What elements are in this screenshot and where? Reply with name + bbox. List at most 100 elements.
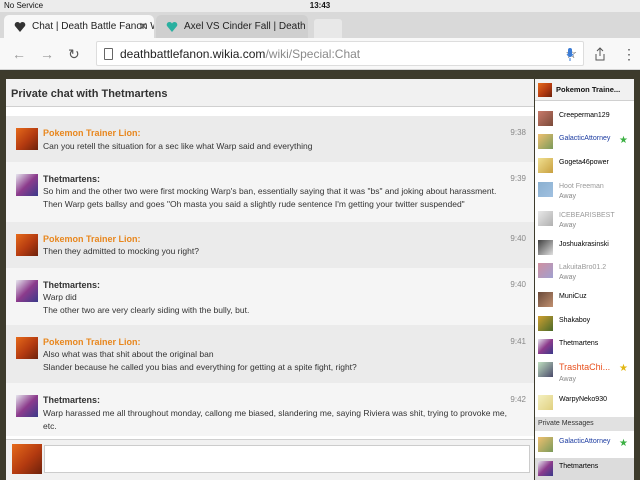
avatar xyxy=(538,339,553,354)
user-name: Joshuakrasinski xyxy=(559,241,609,248)
avatar xyxy=(538,134,553,149)
user-name: TrashtaChi... xyxy=(559,362,611,372)
chat-message: Thetmartens: 9:40 Warp did The other two… xyxy=(6,268,534,325)
new-tab-button[interactable] xyxy=(314,19,342,38)
close-tab-icon[interactable]: ✕ xyxy=(139,20,148,33)
avatar xyxy=(538,240,553,255)
avatar xyxy=(538,182,553,197)
user-name: Creeperman129 xyxy=(559,112,610,119)
message-time: 9:40 xyxy=(510,280,526,289)
status-bar: No Service 13:43 xyxy=(0,0,640,12)
tab-bar: Chat | Death Battle Fanon Wi ✕ Axel VS C… xyxy=(0,12,640,38)
tab-title: Chat | Death Battle Fanon Wi xyxy=(32,21,154,32)
avatar xyxy=(538,292,553,307)
avatar xyxy=(538,461,553,476)
message-text: Warp harassed me all throughout monday, … xyxy=(43,408,507,418)
share-icon[interactable] xyxy=(595,47,605,61)
green-star-icon: ★ xyxy=(619,438,628,449)
message-text: Also what was that shit about the origin… xyxy=(43,349,214,359)
forward-arrow-icon[interactable]: → xyxy=(40,46,54,62)
user-name: Gogeta46power xyxy=(559,159,609,166)
user-name: GalacticAttorney xyxy=(559,438,611,445)
message-author[interactable]: Pokemon Trainer Lion: xyxy=(43,234,141,244)
tab-title: Axel VS Cinder Fall | Death B xyxy=(184,21,308,32)
user-list-sidebar: Pokemon Traine... Creeperman129 Galactic… xyxy=(535,79,634,480)
avatar[interactable] xyxy=(16,128,38,150)
avatar xyxy=(538,211,553,226)
message-author[interactable]: Thetmartens: xyxy=(43,174,100,184)
user-name: MuniCuz xyxy=(559,293,587,300)
avatar xyxy=(538,83,552,97)
url-path: /wiki/Special:Chat xyxy=(265,47,361,61)
chat-message: Thetmartens: 9:39 So him and the other t… xyxy=(6,162,534,222)
tab-axel-vs-cinder[interactable]: Axel VS Cinder Fall | Death B xyxy=(156,15,308,38)
microphone-icon[interactable] xyxy=(566,48,574,61)
message-author[interactable]: Pokemon Trainer Lion: xyxy=(43,128,141,138)
user-status: Away xyxy=(559,193,576,200)
user-name: Thetmartens xyxy=(559,340,599,347)
avatar xyxy=(538,111,553,126)
message-text: The other two are very clearly siding wi… xyxy=(43,305,250,315)
message-time: 9:41 xyxy=(510,337,526,346)
chat-message: Thetmartens: 9:42 Warp harassed me all t… xyxy=(6,383,534,436)
avatar[interactable] xyxy=(16,234,38,256)
avatar xyxy=(12,444,42,474)
wikia-heart-icon xyxy=(166,21,178,32)
user-status: Away xyxy=(559,274,576,281)
user-name: WarpyNeko930 xyxy=(559,396,607,403)
message-text: Then Warp gets ballsy and goes "Oh masta… xyxy=(43,199,465,209)
reload-icon[interactable]: ↻ xyxy=(68,46,80,63)
avatar xyxy=(538,437,553,452)
avatar xyxy=(538,263,553,278)
private-message-item-active[interactable]: Thetmartens xyxy=(535,458,634,480)
gold-star-icon: ★ xyxy=(619,363,628,374)
page-content: Private chat with Thetmartens Pokemon Tr… xyxy=(0,71,640,480)
more-vert-icon[interactable]: ⋮ xyxy=(622,46,636,63)
message-text: Slander because he called you bias and e… xyxy=(43,362,357,372)
message-input[interactable] xyxy=(44,445,530,473)
user-name: ICEBEARISBEST xyxy=(559,212,615,219)
user-status: Away xyxy=(559,222,576,229)
user-name: GalacticAttorney xyxy=(559,135,611,142)
page-icon xyxy=(104,48,113,60)
message-text: Then they admitted to mocking you right? xyxy=(43,246,199,256)
message-time: 9:39 xyxy=(510,174,526,183)
back-arrow-icon[interactable]: ← xyxy=(12,46,26,62)
user-name: Shakaboy xyxy=(559,317,591,324)
avatar[interactable] xyxy=(16,395,38,417)
chat-message: Pokemon Trainer Lion: 9:38 Can you retel… xyxy=(6,116,534,162)
avatar[interactable] xyxy=(16,174,38,196)
message-author[interactable]: Thetmartens: xyxy=(43,280,100,290)
address-bar[interactable]: deathbattlefanon.wikia.com/wiki/Special:… xyxy=(96,41,584,66)
message-time: 9:40 xyxy=(510,234,526,243)
message-time: 9:42 xyxy=(510,395,526,404)
message-text: etc. xyxy=(43,421,57,431)
message-text: Can you retell the situation for a sec l… xyxy=(43,141,313,151)
message-text: So him and the other two were first mock… xyxy=(43,186,497,196)
message-text: Warp did xyxy=(43,292,77,302)
user-name: LakuitaBro01.2 xyxy=(559,264,607,271)
url-host: deathbattlefanon.wikia.com xyxy=(120,47,266,61)
user-status: Away xyxy=(559,376,576,383)
user-name: Hoot Freeman xyxy=(559,183,604,190)
message-composer xyxy=(6,439,534,480)
current-user-name: Pokemon Traine... xyxy=(556,85,621,94)
avatar[interactable] xyxy=(16,280,38,302)
tab-chat[interactable]: Chat | Death Battle Fanon Wi ✕ xyxy=(4,15,154,38)
user-name: Thetmartens xyxy=(559,463,599,470)
avatar xyxy=(538,158,553,173)
message-author[interactable]: Pokemon Trainer Lion: xyxy=(43,337,141,347)
current-user[interactable]: Pokemon Traine... xyxy=(535,79,634,101)
avatar xyxy=(538,362,553,377)
avatar[interactable] xyxy=(16,337,38,359)
chat-title: Private chat with Thetmartens xyxy=(6,79,534,107)
clock: 13:43 xyxy=(309,1,331,10)
avatar xyxy=(538,316,553,331)
chat-message: Pokemon Trainer Lion: 9:41 Also what was… xyxy=(6,325,534,383)
message-time: 9:38 xyxy=(510,128,526,137)
chat-window: Private chat with Thetmartens Pokemon Tr… xyxy=(6,79,534,480)
green-star-icon: ★ xyxy=(619,135,628,146)
wikia-heart-icon xyxy=(14,21,26,32)
message-author[interactable]: Thetmartens: xyxy=(43,395,100,405)
message-list[interactable]: Pokemon Trainer Lion: 9:38 Can you retel… xyxy=(6,116,534,436)
